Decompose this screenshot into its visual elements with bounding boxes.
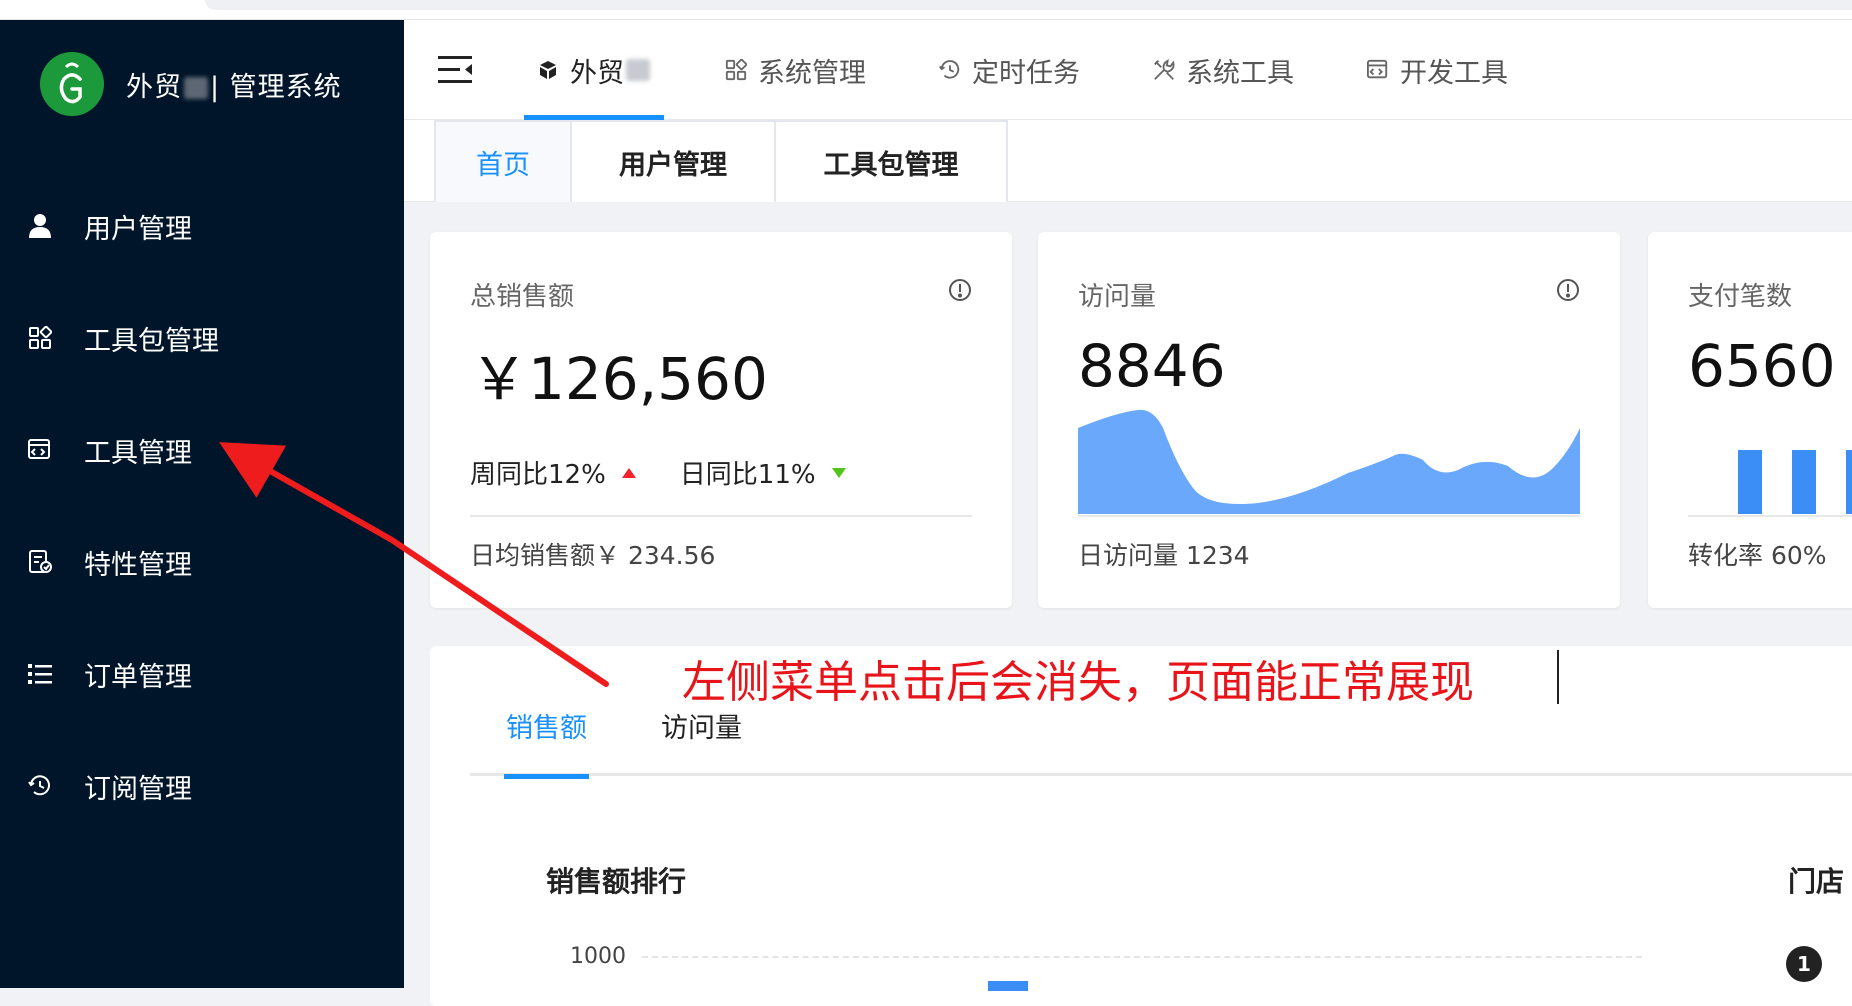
card-total-sales: 总销售额 ￥126,560 周同比12% 日同比11% 日均销售额￥ 234.5… [430, 232, 1012, 608]
tab-visits[interactable]: 访问量 [659, 706, 744, 776]
divider [470, 515, 972, 517]
visits-area-chart [1078, 409, 1580, 514]
list-icon [24, 658, 56, 690]
info-icon[interactable] [1556, 278, 1580, 302]
page-tab-label: 用户管理 [619, 149, 727, 181]
divider [1078, 515, 1580, 517]
card-title: 支付笔数 [1688, 282, 1793, 312]
top-tabs: 外贸 系统管理 定时任务 系统工具 开发工具 [524, 20, 1568, 120]
card-footer: 转化率 60% [1688, 541, 1827, 570]
menu-fold-icon[interactable] [438, 54, 474, 86]
sidebar-item-label: 用户管理 [84, 213, 192, 245]
card-value: 6560 [1688, 332, 1836, 400]
tab-label: 外贸 [570, 57, 624, 89]
tab-sales[interactable]: 销售额 [504, 706, 589, 779]
history-icon [24, 770, 56, 802]
sidebar-item-toolkit[interactable]: 工具包管理 [0, 282, 404, 394]
sidebar-item-label: 工具管理 [84, 437, 192, 469]
address-bar[interactable] [205, 0, 1852, 10]
history-icon [938, 58, 962, 82]
info-icon[interactable] [948, 278, 972, 302]
tab-label: 系统工具 [1186, 57, 1294, 89]
logo[interactable]: 外贸 | 管理系统 [40, 52, 342, 116]
sidebar-item-user[interactable]: 用户管理 [0, 170, 404, 282]
cube-icon [536, 58, 560, 82]
tab-foreign-trade[interactable]: 外贸 [524, 20, 664, 120]
week-compare: 周同比12% [470, 460, 606, 490]
sidebar-item-features[interactable]: 特性管理 [0, 506, 404, 618]
store-title: 门店 [1788, 865, 1845, 898]
app-title: 外贸 | 管理系统 [126, 65, 342, 104]
text-caret [1557, 650, 1559, 704]
sidebar-item-tools[interactable]: 工具管理 [0, 394, 404, 506]
app-title-suffix: | 管理系统 [210, 71, 342, 103]
sidebar: 外贸 | 管理系统 用户管理 工具包管理 工具管理 特性管理 订单管理 订阅管理 [0, 20, 404, 988]
sidebar-item-orders[interactable]: 订单管理 [0, 618, 404, 730]
card-payments: 支付笔数 6560 转化率 60% [1648, 232, 1852, 608]
y-tick-label: 1000 [570, 944, 626, 969]
caret-down-icon [831, 467, 846, 478]
page-tab-user-management[interactable]: 用户管理 [572, 120, 776, 202]
trend-row: 周同比12% 日同比11% [470, 454, 846, 491]
page-tab-label: 首页 [476, 149, 530, 181]
top-navbar: 外贸 系统管理 定时任务 系统工具 开发工具 [404, 20, 1852, 120]
logo-g-icon [40, 52, 104, 116]
tab-system-management[interactable]: 系统管理 [712, 20, 878, 120]
bar [1738, 450, 1762, 514]
annotation-text: 左侧菜单点击后会消失，页面能正常展现 [682, 657, 1474, 708]
code-window-icon [1366, 58, 1390, 82]
divider [1688, 515, 1852, 517]
redacted-text [184, 77, 208, 99]
tab-scheduled-tasks[interactable]: 定时任务 [926, 20, 1092, 120]
card-title: 访问量 [1078, 282, 1157, 312]
browser-top-strip [0, 0, 1852, 20]
rank-badge: 1 [1786, 946, 1822, 982]
sidebar-item-label: 订阅管理 [84, 773, 192, 805]
apps-grid-icon [24, 322, 56, 354]
page-tabs-bar: 首页 用户管理 工具包管理 [404, 120, 1852, 202]
sidebar-menu: 用户管理 工具包管理 工具管理 特性管理 订单管理 订阅管理 [0, 170, 404, 842]
user-icon [24, 210, 56, 242]
panel-tabs: 销售额 访问量 [470, 706, 1852, 779]
code-window-icon [24, 434, 56, 466]
page-tab-label: 工具包管理 [823, 149, 959, 181]
card-footer: 日均销售额￥ 234.56 [470, 541, 716, 570]
tab-dev-tools[interactable]: 开发工具 [1354, 20, 1520, 120]
card-title: 总销售额 [470, 282, 575, 312]
bar [1792, 450, 1816, 514]
sales-rank-title: 销售额排行 [546, 865, 687, 898]
apps-grid-icon [724, 58, 748, 82]
page-tab-home[interactable]: 首页 [434, 120, 572, 202]
sidebar-item-label: 特性管理 [84, 549, 192, 581]
panel-tab-label: 销售额 [506, 713, 587, 744]
checklist-icon [24, 546, 56, 578]
panel-tab-label: 访问量 [661, 713, 742, 744]
day-compare: 日同比11% [679, 460, 816, 490]
sidebar-item-label: 工具包管理 [84, 325, 219, 357]
caret-up-icon [621, 467, 636, 478]
tab-label: 开发工具 [1400, 57, 1508, 89]
tab-label: 定时任务 [972, 57, 1080, 89]
sidebar-item-subscriptions[interactable]: 订阅管理 [0, 730, 404, 842]
card-footer: 日访问量 1234 [1078, 541, 1250, 570]
card-visits: 访问量 8846 日访问量 1234 [1038, 232, 1620, 608]
tab-system-tools[interactable]: 系统工具 [1140, 20, 1306, 120]
card-value: 8846 [1078, 332, 1226, 400]
page-tab-toolkit-management[interactable]: 工具包管理 [776, 120, 1008, 202]
tab-label: 系统管理 [758, 57, 866, 89]
bar [988, 981, 1028, 991]
bar [1846, 450, 1852, 514]
app-title-prefix: 外贸 [126, 71, 182, 103]
tools-icon [1152, 58, 1176, 82]
card-value: ￥126,560 [470, 345, 768, 413]
redacted-text [626, 59, 650, 81]
grid-line [642, 956, 1642, 958]
sidebar-item-label: 订单管理 [84, 661, 192, 693]
